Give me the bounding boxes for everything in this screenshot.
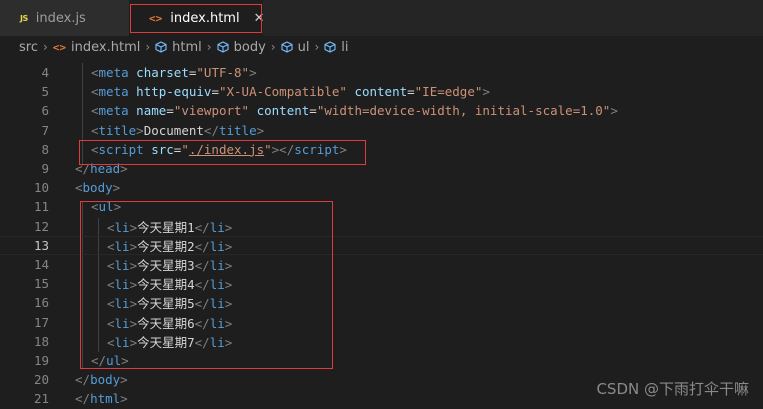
line-number: 11	[33, 199, 49, 215]
line-number: 18	[33, 333, 49, 349]
code-line[interactable]: 12 <li>今天星期1</li>	[0, 217, 763, 236]
code-text: <meta http-equiv="X-UA-Compatible" conte…	[91, 84, 490, 100]
element-cube-icon	[281, 41, 293, 53]
close-icon[interactable]: ✕	[254, 11, 265, 26]
code-line[interactable]: 19 </ul>	[0, 351, 763, 370]
breadcrumb-item-html[interactable]: html ›	[155, 40, 216, 55]
chevron-right-icon: ›	[206, 40, 212, 54]
code-text: <li>今天星期2</li>	[107, 238, 233, 254]
line-number: 6	[41, 103, 49, 119]
code-text: <title>Document</title>	[91, 122, 265, 138]
code-text: <li>今天星期5</li>	[107, 296, 233, 312]
breadcrumb-item-ul[interactable]: ul ›	[281, 40, 325, 55]
code-line[interactable]: 13 <li>今天星期2</li>	[0, 235, 763, 255]
line-number: 8	[41, 141, 49, 157]
tab-label: index.js	[35, 10, 86, 26]
code-text: </body>	[75, 372, 128, 388]
breadcrumb-label: body	[233, 39, 266, 55]
code-line[interactable]: 17 <li>今天星期6</li>	[0, 313, 763, 332]
line-number: 14	[33, 257, 49, 273]
breadcrumb-item-li[interactable]: li	[324, 40, 348, 55]
breadcrumb-item-body[interactable]: body ›	[217, 40, 281, 55]
code-text: <li>今天星期7</li>	[107, 334, 233, 350]
breadcrumb-item-index-html[interactable]: <> index.html ›	[53, 40, 155, 55]
code-line[interactable]: 11 <ul>	[0, 197, 763, 216]
javascript-file-icon: JS	[20, 13, 28, 23]
code-line[interactable]: 5 <meta http-equiv="X-UA-Compatible" cont…	[0, 82, 763, 101]
breadcrumb-item-src[interactable]: src ›	[19, 40, 53, 55]
code-editor[interactable]: 4 <meta charset="UTF-8"> 5 <meta http-equiv…	[0, 58, 763, 409]
line-number: 19	[33, 353, 49, 369]
code-text: <body>	[75, 180, 121, 196]
code-line[interactable]: 14 <li>今天星期3</li>	[0, 255, 763, 274]
chevron-right-icon: ›	[42, 40, 48, 54]
chevron-right-icon: ›	[314, 40, 320, 54]
line-number: 13	[33, 237, 49, 253]
code-line[interactable]: 9 </head>	[0, 159, 763, 178]
tab-index-js[interactable]: JS index.js	[0, 0, 129, 36]
breadcrumb-label: ul	[297, 39, 310, 55]
line-number: 4	[41, 65, 49, 81]
watermark: CSDN @下雨打伞干嘛	[596, 380, 749, 398]
code-text: <ul>	[91, 199, 122, 215]
tab-index-html[interactable]: <> index.html ✕	[129, 0, 265, 36]
line-number: 10	[33, 180, 49, 196]
code-line[interactable]: 8 <script src="./index.js"></script>	[0, 140, 763, 159]
breadcrumb-label: html	[172, 39, 202, 55]
code-text: <li>今天星期3</li>	[107, 258, 233, 274]
code-text: </head>	[75, 161, 128, 177]
code-text: <meta name="viewport" content="width=dev…	[91, 103, 618, 119]
line-number: 17	[33, 314, 49, 330]
breadcrumb-label: index.html	[71, 39, 141, 55]
line-number: 21	[33, 391, 49, 407]
code-line[interactable]: 4 <meta charset="UTF-8">	[0, 63, 763, 82]
line-number: 7	[41, 122, 49, 138]
line-number: 9	[41, 161, 49, 177]
code-line[interactable]: 10 <body>	[0, 178, 763, 197]
line-number: 12	[33, 218, 49, 234]
html-file-icon: <>	[149, 11, 163, 25]
line-number: 15	[33, 276, 49, 292]
code-line[interactable]: 16 <li>今天星期5</li>	[0, 293, 763, 312]
chevron-right-icon: ›	[145, 40, 151, 54]
editor-tab-bar: JS index.js <> index.html ✕	[0, 0, 763, 36]
element-cube-icon	[217, 41, 229, 53]
line-number: 5	[41, 84, 49, 100]
code-text: <script src="./index.js"></script>	[91, 141, 347, 157]
code-line[interactable]: 7 <title>Document</title>	[0, 121, 763, 140]
code-text: </html>	[75, 391, 128, 407]
breadcrumb-label: li	[341, 39, 349, 55]
line-number: 20	[33, 372, 49, 388]
code-text: <li>今天星期1</li>	[107, 219, 233, 235]
code-text: <meta charset="UTF-8">	[91, 65, 257, 81]
chevron-right-icon: ›	[270, 40, 276, 54]
breadcrumb: src › <> index.html › html › body › ul ›…	[0, 36, 763, 58]
code-text: <li>今天星期4</li>	[107, 277, 233, 293]
code-line[interactable]: 6 <meta name="viewport" content="width=de…	[0, 101, 763, 120]
code-line[interactable]: 15 <li>今天星期4</li>	[0, 274, 763, 293]
tab-label: index.html	[170, 10, 240, 26]
breadcrumb-label: src	[19, 39, 38, 55]
line-number: 16	[33, 295, 49, 311]
element-cube-icon	[155, 41, 167, 53]
code-text: </ul>	[91, 353, 129, 369]
element-cube-icon	[324, 41, 336, 53]
code-text: <li>今天星期6</li>	[107, 315, 233, 331]
code-line[interactable]: 18 <li>今天星期7</li>	[0, 332, 763, 351]
html-file-icon: <>	[52, 40, 67, 54]
